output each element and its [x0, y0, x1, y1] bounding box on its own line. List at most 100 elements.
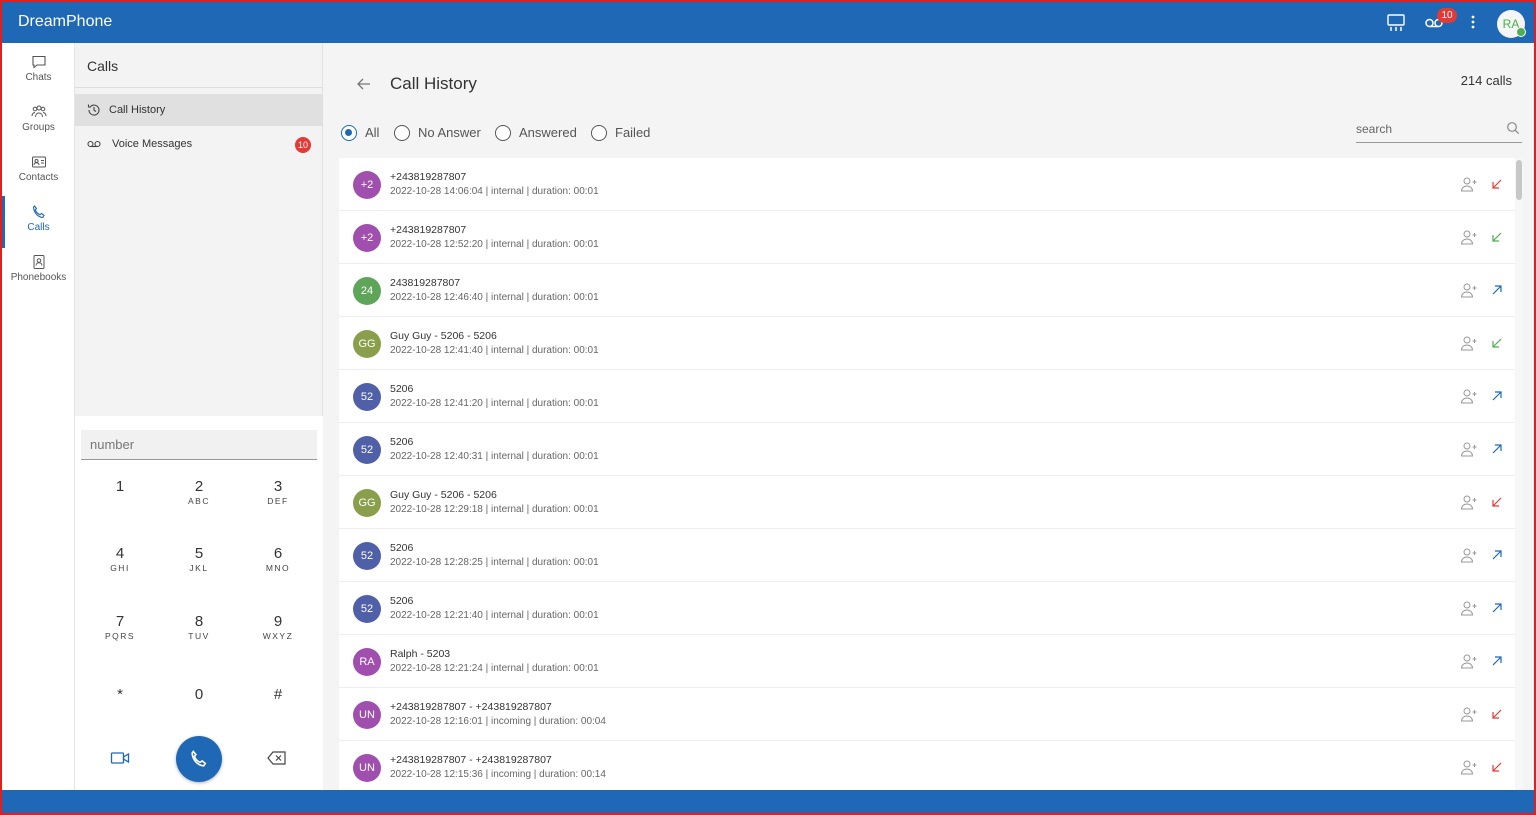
search-input[interactable]: [1356, 116, 1501, 142]
nav-calls[interactable]: Calls: [2, 196, 75, 248]
dial-key-3[interactable]: 3 DEF: [243, 478, 313, 528]
nav-phonebooks-label: Phonebooks: [10, 272, 67, 283]
call-row[interactable]: 24 243819287807 2022-10-28 12:46:40 | inte…: [339, 264, 1515, 317]
add-contact-icon[interactable]: [1460, 494, 1478, 510]
chat-icon: [31, 55, 46, 69]
call-details: 2022-10-28 12:28:25 | internal | duratio…: [390, 557, 599, 568]
add-contact-icon[interactable]: [1460, 547, 1478, 563]
key-digit: #: [273, 686, 283, 703]
dial-key-8[interactable]: 8 TUV: [164, 613, 234, 663]
menu-call-history-label: Call History: [109, 104, 166, 116]
add-contact-icon[interactable]: [1460, 335, 1478, 351]
key-digit: 4: [115, 545, 125, 562]
key-digit: 3: [273, 478, 283, 495]
phone-icon: [32, 205, 45, 219]
outgoing-call-icon: [1490, 283, 1504, 297]
outgoing-call-icon: [1490, 654, 1504, 668]
caller-avatar: 52: [353, 436, 381, 464]
call-details: 2022-10-28 12:41:20 | internal | duratio…: [390, 398, 599, 409]
dialpad-icon[interactable]: [1386, 12, 1406, 32]
call-row[interactable]: UN +243819287807 - +243819287807 2022-10-2…: [339, 741, 1515, 790]
dial-key-star[interactable]: *: [85, 686, 155, 736]
nav-groups[interactable]: Groups: [2, 98, 75, 144]
call-row[interactable]: 52 5206 2022-10-28 12:40:31 | internal | d…: [339, 423, 1515, 476]
add-contact-icon[interactable]: [1460, 388, 1478, 404]
add-contact-icon[interactable]: [1460, 441, 1478, 457]
add-contact-icon[interactable]: [1460, 229, 1478, 245]
call-row[interactable]: +2 +243819287807 2022-10-28 14:06:04 | int…: [339, 158, 1515, 211]
caller-avatar: 24: [353, 277, 381, 305]
nav-phonebooks[interactable]: Phonebooks: [2, 248, 75, 294]
caller-avatar: 52: [353, 383, 381, 411]
outgoing-call-icon: [1490, 548, 1504, 562]
outgoing-call-icon: [1490, 601, 1504, 615]
voicemail-badge: 10: [1437, 8, 1457, 23]
bottom-bar: [0, 790, 1536, 815]
search-box: [1356, 116, 1522, 143]
caller-avatar: GG: [353, 489, 381, 517]
call-row[interactable]: 52 5206 2022-10-28 12:41:20 | internal | d…: [339, 370, 1515, 423]
key-letters: TUV: [188, 631, 210, 641]
nav-rail: Chats Groups Contacts Calls Phonebooks: [2, 43, 75, 790]
nav-calls-label: Calls: [27, 222, 50, 233]
missed-call-icon: [1490, 177, 1504, 191]
call-row[interactable]: 52 5206 2022-10-28 12:21:40 | internal | d…: [339, 582, 1515, 635]
scrollbar[interactable]: [1515, 158, 1523, 790]
filter-all-label: All: [365, 125, 380, 140]
caller-name: 243819287807: [390, 277, 461, 289]
nav-chats[interactable]: Chats: [2, 48, 75, 94]
phonebook-icon: [33, 255, 44, 269]
search-icon[interactable]: [1506, 121, 1520, 135]
key-digit: 9: [273, 613, 283, 630]
call-row[interactable]: +2 +243819287807 2022-10-28 12:52:20 | int…: [339, 211, 1515, 264]
add-contact-icon[interactable]: [1460, 706, 1478, 722]
dial-key-7[interactable]: 7 PQRS: [85, 613, 155, 663]
call-row[interactable]: 52 5206 2022-10-28 12:28:25 | internal | d…: [339, 529, 1515, 582]
dial-key-6[interactable]: 6 MNO: [243, 545, 313, 595]
dial-key-4[interactable]: 4 GHI: [85, 545, 155, 595]
call-row[interactable]: UN +243819287807 - +243819287807 2022-10-2…: [339, 688, 1515, 741]
menu-voice-messages[interactable]: Voice Messages 10: [75, 128, 323, 160]
add-contact-icon[interactable]: [1460, 176, 1478, 192]
add-contact-icon[interactable]: [1460, 600, 1478, 616]
contacts-icon: [31, 156, 46, 168]
outgoing-call-icon: [1490, 389, 1504, 403]
dial-key-5[interactable]: 5 JKL: [164, 545, 234, 595]
radio-circle: [394, 125, 410, 141]
dial-key-9[interactable]: 9 WXYZ: [243, 613, 313, 663]
call-button[interactable]: [176, 736, 222, 782]
more-menu-icon[interactable]: [1463, 12, 1483, 32]
incoming-call-icon: [1490, 336, 1504, 350]
video-call-icon[interactable]: [110, 748, 130, 768]
backspace-icon[interactable]: [267, 748, 287, 768]
key-digit: 2: [194, 478, 204, 495]
back-arrow-icon[interactable]: [355, 75, 373, 93]
filter-failed-label: Failed: [615, 125, 651, 140]
missed-call-icon: [1490, 707, 1504, 721]
key-letters: DEF: [267, 496, 289, 506]
call-details: 2022-10-28 12:21:24 | internal | duratio…: [390, 663, 599, 674]
caller-name: Ralph - 5203: [390, 648, 451, 660]
menu-call-history[interactable]: Call History: [75, 94, 323, 126]
caller-avatar: 52: [353, 542, 381, 570]
caller-name: +243819287807 - +243819287807: [390, 701, 552, 713]
add-contact-icon[interactable]: [1460, 759, 1478, 775]
caller-name: Guy Guy - 5206 - 5206: [390, 330, 497, 342]
scrollbar-thumb[interactable]: [1516, 160, 1522, 200]
nav-contacts[interactable]: Contacts: [2, 148, 75, 194]
add-contact-icon[interactable]: [1460, 282, 1478, 298]
call-row[interactable]: GG Guy Guy - 5206 - 5206 2022-10-28 12:41:…: [339, 317, 1515, 370]
dial-key-1[interactable]: 1: [85, 478, 155, 528]
divider: [75, 87, 323, 88]
main-content: Call History 214 calls All No Answer Ans…: [323, 43, 1534, 790]
dial-key-hash[interactable]: #: [243, 686, 313, 736]
call-details: 2022-10-28 12:40:31 | internal | duratio…: [390, 451, 599, 462]
call-row[interactable]: RA Ralph - 5203 2022-10-28 12:21:24 | inte…: [339, 635, 1515, 688]
call-details: 2022-10-28 12:46:40 | internal | duratio…: [390, 292, 599, 303]
number-input[interactable]: [81, 430, 317, 460]
dial-key-2[interactable]: 2 ABC: [164, 478, 234, 528]
call-row[interactable]: GG Guy Guy - 5206 - 5206 2022-10-28 12:29:…: [339, 476, 1515, 529]
online-status-dot: [1516, 27, 1526, 37]
dial-key-0[interactable]: 0: [164, 686, 234, 736]
add-contact-icon[interactable]: [1460, 653, 1478, 669]
